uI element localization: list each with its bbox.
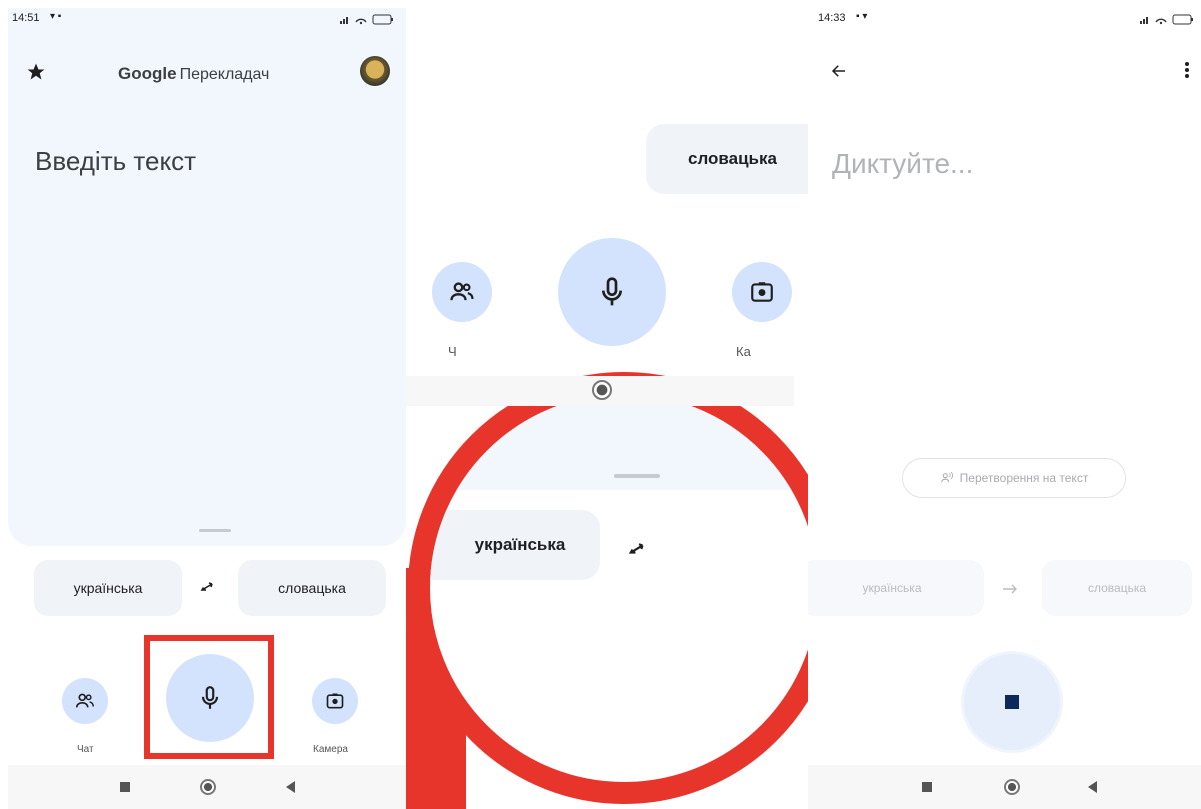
transcribe-label: Перетворення на текст	[959, 471, 1089, 485]
people-icon	[75, 693, 94, 708]
zoom-target-language[interactable]: словацька	[646, 124, 808, 194]
camera-label: Камера	[313, 744, 348, 755]
system-nav-bar	[8, 765, 406, 809]
drag-handle[interactable]	[199, 529, 231, 532]
panel-zoom: українська словацька Ч Ка	[406, 8, 808, 809]
source-language-button[interactable]: українська	[34, 560, 182, 616]
chat-label: Чат	[77, 744, 94, 755]
camera-button[interactable]	[312, 678, 358, 724]
zoom-source-language[interactable]: українська	[430, 510, 600, 580]
avatar[interactable]	[360, 56, 390, 86]
dictate-prompt: Диктуйте...	[832, 148, 974, 179]
panel-translate-home: 14:51 ▾ ▪ Google Перекладач Введіть текс…	[8, 8, 406, 809]
zoom-source-language-label: українська	[474, 535, 566, 554]
chat-button[interactable]	[62, 678, 108, 724]
system-nav-bar	[808, 765, 1201, 809]
highlight-box	[144, 635, 274, 759]
status-time: 14:51	[12, 12, 40, 24]
target-language-button[interactable]: словацька	[238, 560, 386, 616]
recents-icon[interactable]	[922, 782, 932, 792]
back-arrow-icon[interactable]	[830, 62, 848, 85]
zoom-swap-icon[interactable]	[626, 538, 652, 565]
zoom-circle: українська	[408, 372, 808, 804]
panel-dictation: 14:33 ▪ ▾ Диктуйте... Перетворення на те…	[808, 8, 1201, 809]
zoom-nav-bar	[406, 376, 794, 406]
stop-icon	[1005, 695, 1019, 709]
zoom-home-icon	[592, 380, 612, 400]
stop-button[interactable]	[964, 654, 1060, 750]
zoom-camera-icon	[751, 282, 773, 302]
zoom-camera-label: Ка	[736, 344, 751, 359]
app-title: Google Перекладач	[118, 64, 269, 84]
star-icon[interactable]	[26, 62, 46, 87]
source-language-label: українська	[862, 581, 922, 595]
target-language-button[interactable]: словацька	[1042, 560, 1192, 616]
notification-icons: ▪ ▾	[856, 11, 868, 22]
back-icon[interactable]	[286, 781, 295, 793]
more-options-icon[interactable]	[1184, 60, 1190, 85]
status-time: 14:33	[818, 12, 846, 24]
home-icon[interactable]	[1004, 779, 1020, 795]
zoom-microphone-icon	[602, 277, 622, 306]
zoom-chat-label: Ч	[448, 344, 457, 359]
input-card[interactable]	[8, 8, 406, 546]
zoom-people-icon	[450, 282, 474, 301]
home-icon[interactable]	[200, 779, 216, 795]
target-language-label: словацька	[1087, 581, 1147, 595]
input-placeholder[interactable]: Введіть текст	[35, 146, 196, 177]
app-title-brand: Google	[118, 64, 177, 83]
zoom-chat-button[interactable]	[432, 262, 492, 322]
status-icons	[1138, 12, 1198, 30]
transcribe-chip[interactable]: Перетворення на текст	[902, 458, 1126, 498]
zoom-target-language-label: словацька	[688, 149, 777, 168]
target-language-label: словацька	[278, 580, 346, 596]
app-title-product: Перекладач	[179, 66, 270, 83]
zoom-drag-handle	[614, 474, 660, 478]
source-language-label: українська	[73, 580, 143, 596]
zoom-camera-button[interactable]	[732, 262, 792, 322]
recents-icon[interactable]	[120, 782, 130, 792]
arrow-right-icon	[1002, 582, 1018, 600]
notification-icons: ▾ ▪	[50, 11, 62, 22]
back-icon[interactable]	[1088, 781, 1097, 793]
zoom-microphone-button[interactable]	[558, 238, 666, 346]
transcribe-icon	[940, 471, 953, 483]
swap-languages-icon[interactable]	[198, 578, 220, 601]
source-language-button[interactable]: українська	[808, 560, 984, 616]
camera-icon	[326, 693, 344, 709]
status-icons	[338, 12, 398, 30]
